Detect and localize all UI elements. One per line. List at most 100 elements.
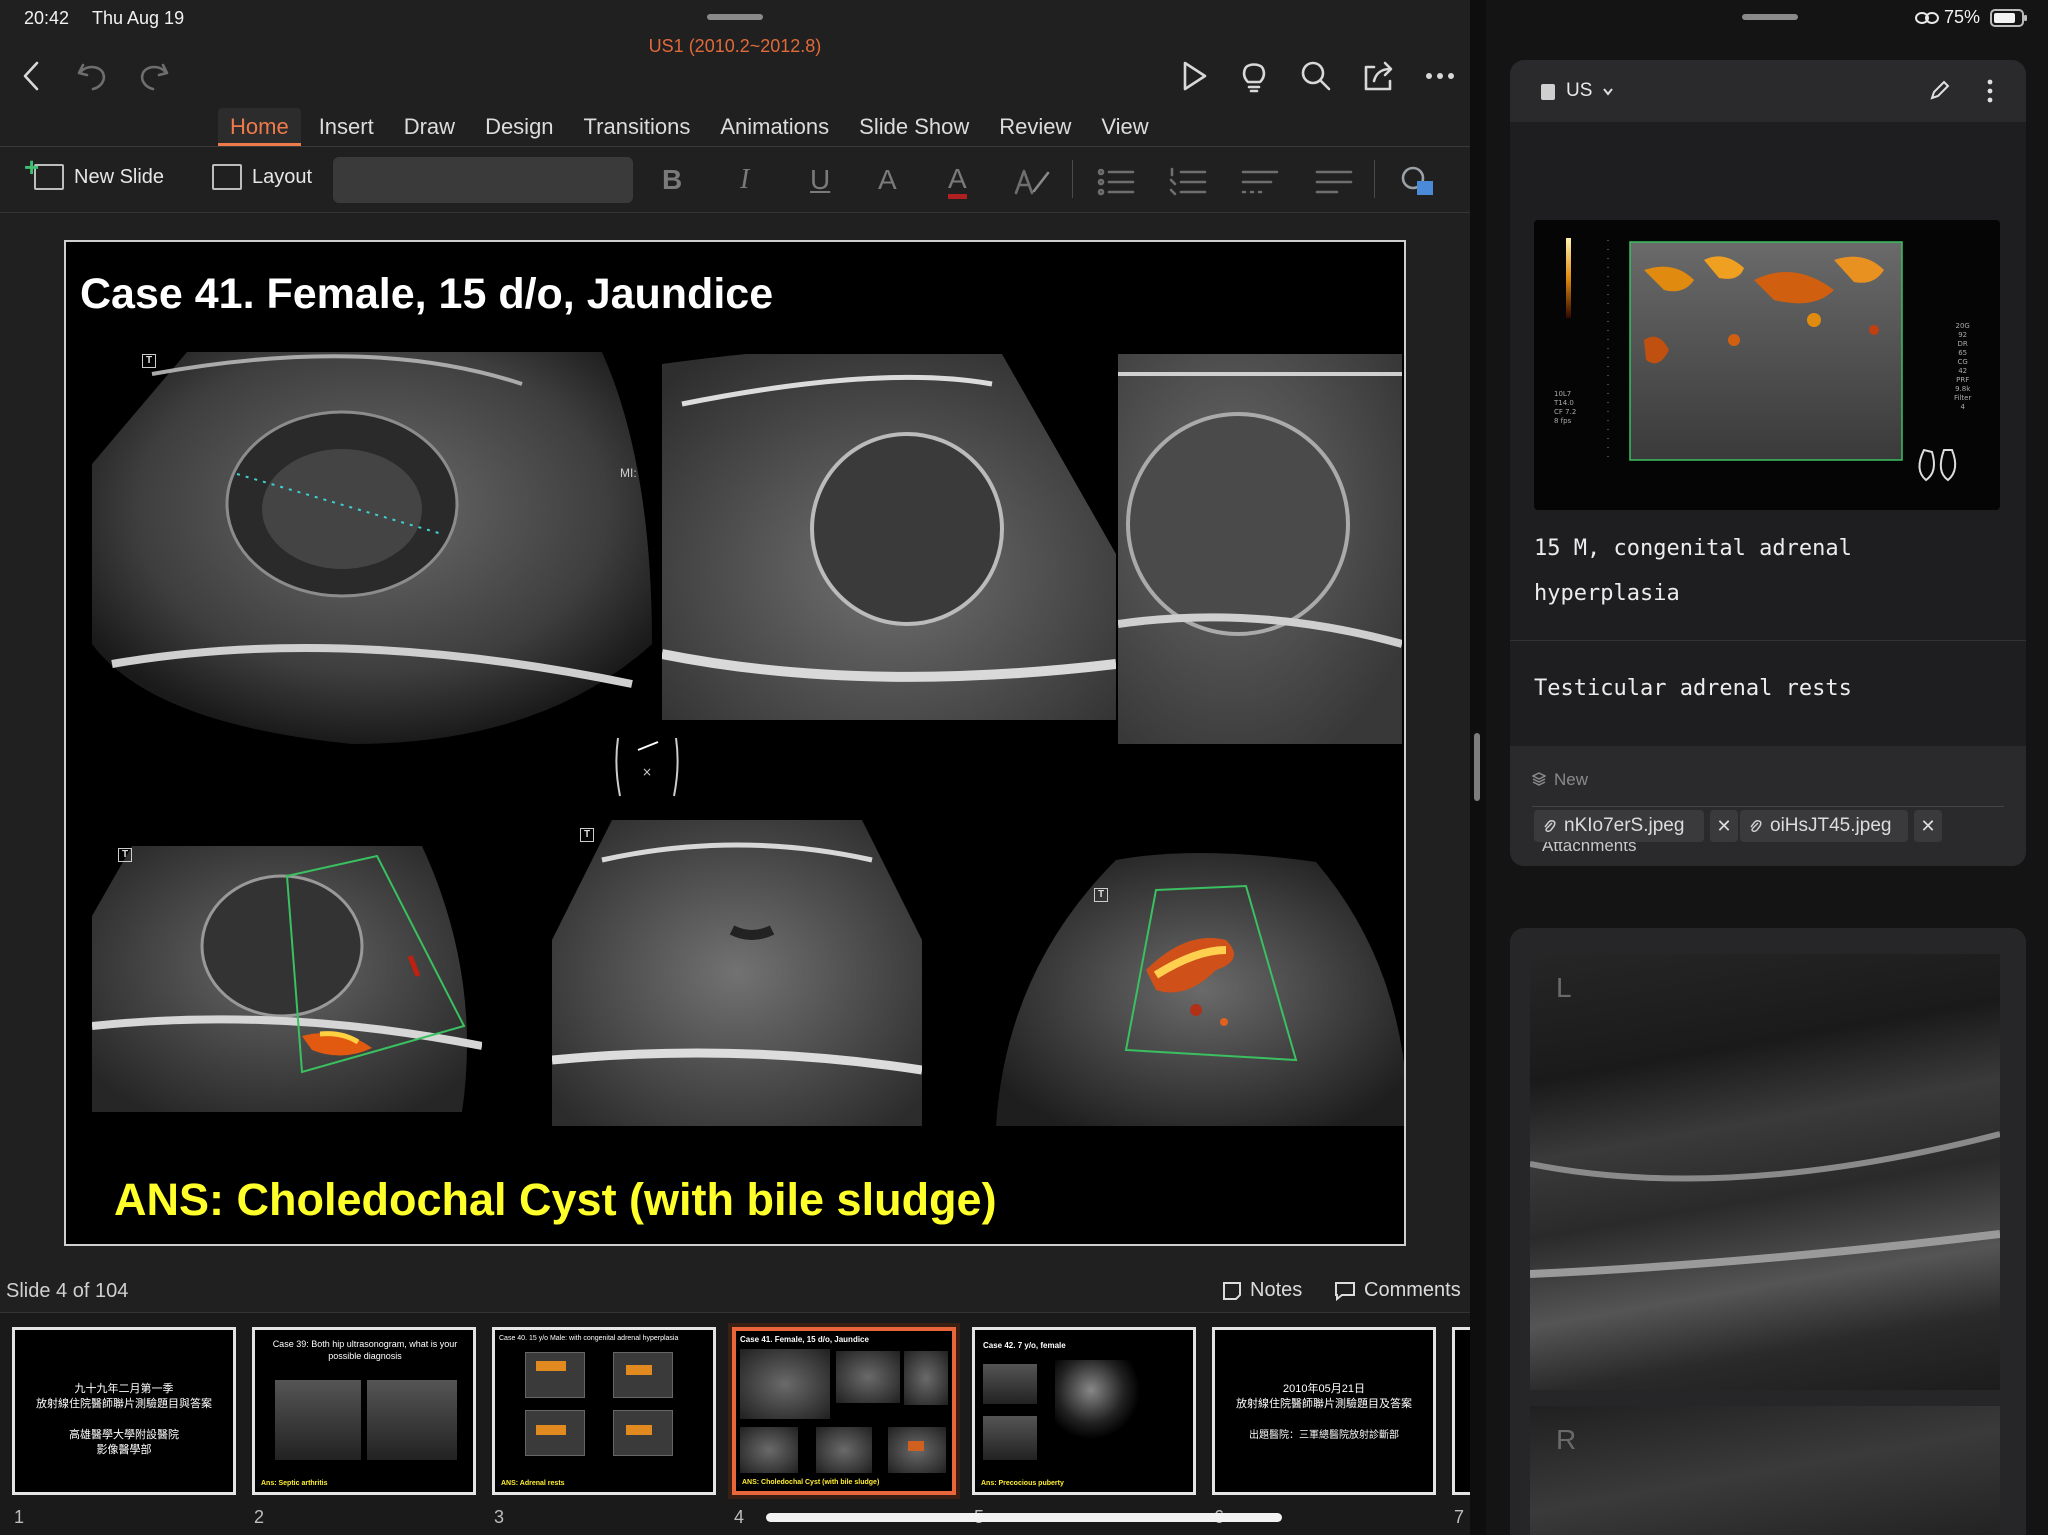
tab-home[interactable]: Home <box>218 108 301 146</box>
italic-button[interactable]: I <box>740 164 749 196</box>
font-color-button[interactable]: A <box>948 164 967 199</box>
notes-pane: 75% US 10L7 T14.0 CF 7.2 8 fps 20G 92 DR… <box>1486 0 2048 1535</box>
slide-thumbnail-3[interactable]: Case 40. 15 y/o Male: with congenital ad… <box>492 1327 716 1495</box>
underline-button[interactable]: U <box>810 164 830 196</box>
align-left-icon[interactable] <box>1312 160 1356 204</box>
note-text-diagnosis[interactable]: 15 M, congenital adrenal hyperplasia <box>1534 526 1874 616</box>
comments-label: Comments <box>1364 1279 1461 1301</box>
tab-transitions[interactable]: Transitions <box>572 108 703 146</box>
slide-thumbnail-2[interactable]: Case 39: Both hip ultrasonogram, what is… <box>252 1327 476 1495</box>
ultrasound-image-4[interactable]: T <box>92 836 482 1112</box>
ribbon-divider <box>0 212 1470 213</box>
more-vertical-icon[interactable] <box>1986 78 1994 104</box>
note-text-answer[interactable]: Testicular adrenal rests <box>1534 666 1852 711</box>
note-card[interactable]: US 10L7 T14.0 CF 7.2 8 fps 20G 92 DR 65 … <box>1510 60 2026 866</box>
edit-pencil-icon[interactable] <box>1928 80 1950 102</box>
remove-attachment-1-button[interactable]: ✕ <box>1710 810 1738 842</box>
thumb-4-image-5 <box>816 1427 872 1473</box>
folder-name[interactable]: US <box>1566 80 1592 102</box>
tab-animations[interactable]: Animations <box>708 108 841 146</box>
tab-design[interactable]: Design <box>473 108 565 146</box>
note-divider <box>1510 640 2026 641</box>
shapes-icon[interactable] <box>1396 160 1440 204</box>
split-view-handle[interactable] <box>1474 733 1480 801</box>
tab-draw[interactable]: Draw <box>392 108 467 146</box>
transducer-marker-5: T <box>580 828 594 842</box>
paragraph-indent-icon[interactable] <box>1238 160 1282 204</box>
slide-title[interactable]: Case 41. Female, 15 d/o, Jaundice <box>80 270 773 319</box>
thumb-2-image-right <box>367 1380 457 1460</box>
search-icon[interactable] <box>1294 54 1338 98</box>
ultrasound-image-2[interactable] <box>662 354 1116 720</box>
play-icon[interactable] <box>1172 54 1216 98</box>
thumb-3-image-1 <box>525 1352 585 1398</box>
lightbulb-icon[interactable] <box>1232 54 1276 98</box>
slide-thumbnail-6[interactable]: 2010年05月21日 放射線住院醫師聯片測驗題目及答案 出題醫院：三軍總醫院放… <box>1212 1327 1436 1495</box>
undo-icon[interactable] <box>70 54 114 98</box>
slide-answer[interactable]: ANS: Choledochal Cyst (with bile sludge) <box>114 1174 997 1226</box>
comments-button[interactable]: Comments <box>1334 1279 1461 1302</box>
highlighter-icon[interactable] <box>1010 160 1054 204</box>
thumb-1-line-1: 九十九年二月第一季 <box>74 1383 174 1395</box>
body-marker-icon: × <box>615 737 679 797</box>
attachment-chip-2[interactable]: oiHsJT45.jpeg <box>1740 810 1908 842</box>
thumb-2-answer: Ans: Septic arthritis <box>261 1480 328 1487</box>
slide-thumbnail-strip[interactable]: 九十九年二月第一季 放射線住院醫師聯片測驗題目與答案 高雄醫學大學附設醫院 影像… <box>0 1312 1470 1535</box>
thumb-4-image-2 <box>836 1351 900 1403</box>
back-icon[interactable] <box>10 54 54 98</box>
note-card-2[interactable]: L R <box>1510 928 2026 1535</box>
numbered-list-icon[interactable] <box>1166 160 1210 204</box>
new-slide-button[interactable]: New Slide <box>24 152 164 190</box>
tab-insert[interactable]: Insert <box>307 108 386 146</box>
thumb-6-line-2: 放射線住院醫師聯片測驗題目及答案 <box>1236 1398 1412 1410</box>
multitask-grabber[interactable] <box>707 14 763 20</box>
more-icon[interactable] <box>1418 54 1462 98</box>
note-doppler-image[interactable]: 10L7 T14.0 CF 7.2 8 fps 20G 92 DR 65 CG … <box>1534 220 2000 510</box>
slide-thumbnail-4[interactable]: Case 41. Female, 15 d/o, Jaundice ANS: C… <box>728 1323 960 1499</box>
tab-slide-show[interactable]: Slide Show <box>847 108 981 146</box>
layout-icon <box>212 164 242 190</box>
new-label[interactable]: New <box>1554 770 1588 790</box>
slide-thumbnail-7[interactable] <box>1452 1327 1470 1495</box>
notes-button[interactable]: Notes <box>1222 1279 1302 1302</box>
battery-icon <box>1990 9 2027 27</box>
multitask-grabber-right[interactable] <box>1742 14 1798 20</box>
note-footer: New Attachments <box>1510 746 2026 866</box>
thumb-3-image-2 <box>613 1352 673 1398</box>
attachment-name-1: nKIo7erS.jpeg <box>1564 815 1685 836</box>
redo-icon[interactable] <box>132 54 176 98</box>
note-ultrasound-image-top[interactable]: L <box>1530 954 2000 1390</box>
thumb-number-7: 7 <box>1454 1507 1465 1527</box>
tab-review[interactable]: Review <box>987 108 1083 146</box>
thumb-5-title: Case 42. 7 y/o, female <box>983 1341 1066 1350</box>
ultrasound-image-3[interactable] <box>1118 354 1402 744</box>
note-header: US <box>1510 60 2026 122</box>
slide-canvas[interactable]: Case 41. Female, 15 d/o, Jaundice T MI: … <box>64 240 1406 1246</box>
bold-button[interactable]: B <box>662 164 682 196</box>
ultrasound-image-5[interactable]: T <box>552 820 922 1126</box>
notebook-icon <box>1541 84 1555 100</box>
attachment-chip-1[interactable]: nKIo7erS.jpeg <box>1534 810 1704 842</box>
layout-button[interactable]: Layout <box>212 164 312 190</box>
home-indicator[interactable] <box>766 1513 1282 1522</box>
mi-label: MI: <box>620 466 637 480</box>
ribbon-tabs: Home Insert Draw Design Transitions Anim… <box>218 108 1161 146</box>
share-icon[interactable] <box>1356 54 1400 98</box>
font-name-field[interactable] <box>333 157 633 203</box>
paperclip-icon <box>1544 820 1556 833</box>
remove-attachment-2-button[interactable]: ✕ <box>1914 810 1942 842</box>
tab-view[interactable]: View <box>1089 108 1160 146</box>
ultrasound-image-6[interactable]: T <box>996 850 1404 1126</box>
slide-thumbnail-5[interactable]: Case 42. 7 y/o, female Ans: Precocious p… <box>972 1327 1196 1495</box>
slide-thumbnail-1[interactable]: 九十九年二月第一季 放射線住院醫師聯片測驗題目與答案 高雄醫學大學附設醫院 影像… <box>12 1327 236 1495</box>
bullet-list-icon[interactable] <box>1094 160 1138 204</box>
notes-icon <box>1223 1281 1241 1300</box>
thumb-4-image-4 <box>740 1427 798 1473</box>
chevron-down-icon[interactable] <box>1602 87 1614 97</box>
status-time: 20:42 <box>24 8 70 28</box>
ultrasound-image-1[interactable]: T MI: × <box>92 344 694 800</box>
thumb-2-title: Case 39: Both hip ultrasonogram, what is… <box>272 1339 458 1361</box>
note-ultrasound-image-bottom[interactable]: R <box>1530 1406 2000 1535</box>
font-size-button[interactable]: A <box>878 164 897 196</box>
note-body[interactable]: 10L7 T14.0 CF 7.2 8 fps 20G 92 DR 65 CG … <box>1510 122 2026 746</box>
